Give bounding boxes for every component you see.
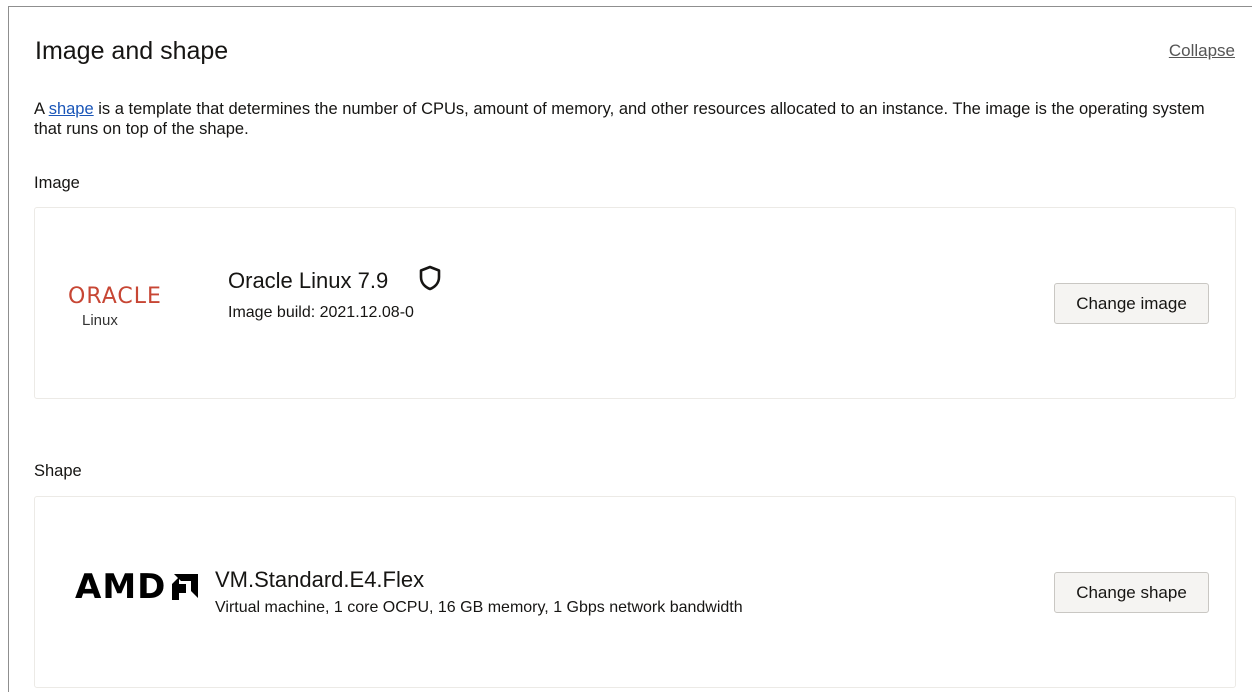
shape-label: Shape [34,462,82,480]
image-label: Image [34,174,80,192]
shape-card: AMD VM.Standard.E4.Flex Virtual machine,… [34,496,1236,688]
change-shape-button[interactable]: Change shape [1054,572,1209,613]
change-image-button[interactable]: Change image [1054,283,1209,324]
shield-icon [419,265,441,291]
collapse-link[interactable]: Collapse [1169,41,1235,61]
shape-link[interactable]: shape [49,100,94,118]
oracle-logo-sub: Linux [82,312,118,329]
section-description: A shape is a template that determines th… [34,99,1224,139]
description-prefix: A [34,100,49,118]
oracle-logo-word: ORACLE [68,284,162,309]
amd-arrow-icon [172,574,199,600]
section-title: Image and shape [35,37,229,65]
oracle-linux-logo: ORACLE Linux [68,284,162,329]
description-suffix: is a template that determines the number… [34,100,1205,138]
image-card: ORACLE Linux Oracle Linux 7.9 Image buil… [34,207,1236,399]
image-build: Image build: 2021.12.08-0 [228,304,414,321]
shape-name: VM.Standard.E4.Flex [215,567,425,592]
amd-logo-word: AMD [75,567,167,607]
shape-details: Virtual machine, 1 core OCPU, 16 GB memo… [215,599,743,616]
amd-logo: AMD [75,570,200,604]
image-name: Oracle Linux 7.9 [228,268,389,293]
image-and-shape-panel: Image and shape Collapse A shape is a te… [8,6,1252,692]
